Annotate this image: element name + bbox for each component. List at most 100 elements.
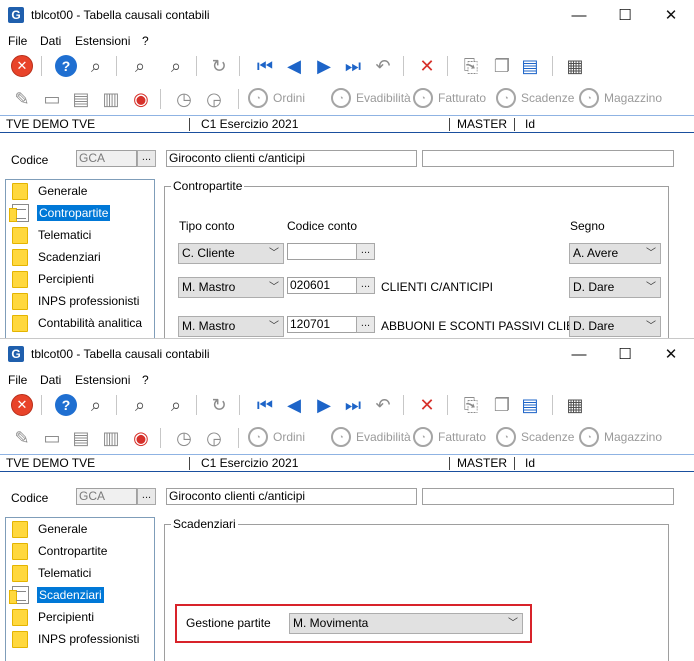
- previous-record-icon[interactable]: ◀: [282, 54, 306, 78]
- nav-item-percipienti[interactable]: Percipienti: [12, 607, 96, 627]
- binoculars-next-icon[interactable]: ⌕: [164, 393, 188, 417]
- maximize-button[interactable]: ☐: [602, 339, 648, 370]
- segno-select-1[interactable]: A. Avere ﹀: [569, 243, 661, 264]
- binoculars-icon[interactable]: ⌕: [84, 393, 108, 417]
- nav-item-contropartite[interactable]: Contropartite: [9, 203, 111, 223]
- tipo-conto-select-1[interactable]: C. Cliente ﹀: [178, 243, 284, 264]
- close-icon[interactable]: ✕: [10, 393, 34, 417]
- undo-icon[interactable]: ↶: [371, 393, 395, 417]
- fatturato-button[interactable]: ◔ Fatturato: [413, 425, 486, 449]
- new-doc-icon[interactable]: ▭: [40, 426, 64, 450]
- first-record-icon[interactable]: ⏮: [253, 393, 277, 417]
- first-record-icon[interactable]: ⏮: [253, 54, 277, 78]
- descrizione-field[interactable]: Giroconto clienti c/anticipi: [166, 488, 417, 505]
- segno-select-2[interactable]: D. Dare ﹀: [569, 277, 661, 298]
- nav-item-telematici[interactable]: Telematici: [12, 225, 93, 245]
- maximize-button[interactable]: ☐: [602, 0, 648, 31]
- history-refresh-icon[interactable]: ◶: [202, 426, 226, 450]
- report-icon[interactable]: ▥: [99, 426, 123, 450]
- codice-lookup-button[interactable]: ...: [137, 488, 156, 505]
- copy-icon[interactable]: ❐: [490, 393, 514, 417]
- copy-icon[interactable]: ❐: [490, 54, 514, 78]
- nav-item-scadenziari[interactable]: Scadenziari: [12, 247, 103, 267]
- ordini-button[interactable]: ◔ Ordini: [248, 425, 305, 449]
- attachment-icon[interactable]: ⎘: [459, 54, 483, 78]
- nav-item-generale[interactable]: Generale: [12, 181, 89, 201]
- codice-conto-field-3[interactable]: 120701: [287, 316, 357, 333]
- history-icon[interactable]: ◷: [172, 426, 196, 450]
- delete-icon[interactable]: ✕: [415, 54, 439, 78]
- next-record-icon[interactable]: ▶: [312, 393, 336, 417]
- refresh-icon[interactable]: ↻: [207, 54, 231, 78]
- nav-item-contropartite[interactable]: Contropartite: [12, 541, 109, 561]
- close-window-button[interactable]: ✕: [648, 0, 694, 31]
- descrizione-field[interactable]: Giroconto clienti c/anticipi: [166, 150, 417, 167]
- help-icon[interactable]: ?: [54, 393, 78, 417]
- codice-field[interactable]: GCA: [76, 150, 137, 167]
- zoom-icon[interactable]: ◉: [129, 87, 153, 111]
- binoculars-prev-icon[interactable]: ⌕: [128, 54, 152, 78]
- menu-file[interactable]: File: [8, 373, 27, 387]
- nav-item-generale[interactable]: Generale: [12, 519, 89, 539]
- fatturato-button[interactable]: ◔ Fatturato: [413, 86, 486, 110]
- undo-icon[interactable]: ↶: [371, 54, 395, 78]
- codice-conto-field-2[interactable]: 020601: [287, 277, 357, 294]
- last-record-icon[interactable]: ⏭: [341, 393, 365, 417]
- history-refresh-icon[interactable]: ◶: [202, 87, 226, 111]
- evadibilita-button[interactable]: ◔ Evadibilità: [331, 425, 411, 449]
- calendar-icon[interactable]: ▦: [563, 393, 587, 417]
- codice-conto-lookup-3[interactable]: ...: [356, 316, 375, 333]
- delete-icon[interactable]: ✕: [415, 393, 439, 417]
- layout-icon[interactable]: ▤: [518, 393, 542, 417]
- next-record-icon[interactable]: ▶: [312, 54, 336, 78]
- nav-item-inps[interactable]: INPS professionisti: [12, 629, 141, 649]
- menu-help[interactable]: ?: [142, 34, 149, 48]
- nav-item-telematici[interactable]: Telematici: [12, 563, 93, 583]
- records-icon[interactable]: ▤: [69, 426, 93, 450]
- report-icon[interactable]: ▥: [99, 87, 123, 111]
- menu-dati[interactable]: Dati: [40, 34, 61, 48]
- nav-item-percipienti[interactable]: Percipienti: [12, 269, 96, 289]
- descrizione2-field[interactable]: [422, 150, 674, 167]
- scadenze-button[interactable]: ◔ Scadenze: [496, 425, 574, 449]
- codice-conto-lookup-1[interactable]: ...: [356, 243, 375, 260]
- layout-icon[interactable]: ▤: [518, 54, 542, 78]
- scadenze-button[interactable]: ◔ Scadenze: [496, 86, 574, 110]
- codice-conto-lookup-2[interactable]: ...: [356, 277, 375, 294]
- records-icon[interactable]: ▤: [69, 87, 93, 111]
- menu-estensioni[interactable]: Estensioni: [75, 34, 130, 48]
- ordini-button[interactable]: ◔ Ordini: [248, 86, 305, 110]
- magazzino-button[interactable]: ◔ Magazzino: [579, 86, 662, 110]
- menu-estensioni[interactable]: Estensioni: [75, 373, 130, 387]
- last-record-icon[interactable]: ⏭: [341, 54, 365, 78]
- segno-select-3[interactable]: D. Dare ﹀: [569, 316, 661, 337]
- nav-item-scadenziari[interactable]: Scadenziari: [9, 585, 104, 605]
- minimize-button[interactable]: —: [556, 0, 602, 31]
- minimize-button[interactable]: —: [556, 339, 602, 370]
- tipo-conto-select-3[interactable]: M. Mastro ﹀: [178, 316, 284, 337]
- close-icon[interactable]: ✕: [10, 54, 34, 78]
- close-window-button[interactable]: ✕: [648, 339, 694, 370]
- menu-dati[interactable]: Dati: [40, 373, 61, 387]
- menu-file[interactable]: File: [8, 34, 27, 48]
- descrizione2-field[interactable]: [422, 488, 674, 505]
- codice-field[interactable]: GCA: [76, 488, 137, 505]
- refresh-icon[interactable]: ↻: [207, 393, 231, 417]
- edit-icon[interactable]: ✎: [10, 426, 34, 450]
- calendar-icon[interactable]: ▦: [563, 54, 587, 78]
- binoculars-next-icon[interactable]: ⌕: [164, 54, 188, 78]
- evadibilita-button[interactable]: ◔ Evadibilità: [331, 86, 411, 110]
- attachment-icon[interactable]: ⎘: [459, 393, 483, 417]
- history-icon[interactable]: ◷: [172, 87, 196, 111]
- binoculars-prev-icon[interactable]: ⌕: [128, 393, 152, 417]
- nav-item-inps[interactable]: INPS professionisti: [12, 291, 141, 311]
- binoculars-icon[interactable]: ⌕: [84, 54, 108, 78]
- codice-lookup-button[interactable]: ...: [137, 150, 156, 167]
- previous-record-icon[interactable]: ◀: [282, 393, 306, 417]
- codice-conto-field-1[interactable]: [287, 243, 357, 260]
- zoom-icon[interactable]: ◉: [129, 426, 153, 450]
- new-doc-icon[interactable]: ▭: [40, 87, 64, 111]
- tipo-conto-select-2[interactable]: M. Mastro ﹀: [178, 277, 284, 298]
- edit-icon[interactable]: ✎: [10, 87, 34, 111]
- nav-item-contabilita-analitica[interactable]: Contabilità analitica: [12, 313, 144, 333]
